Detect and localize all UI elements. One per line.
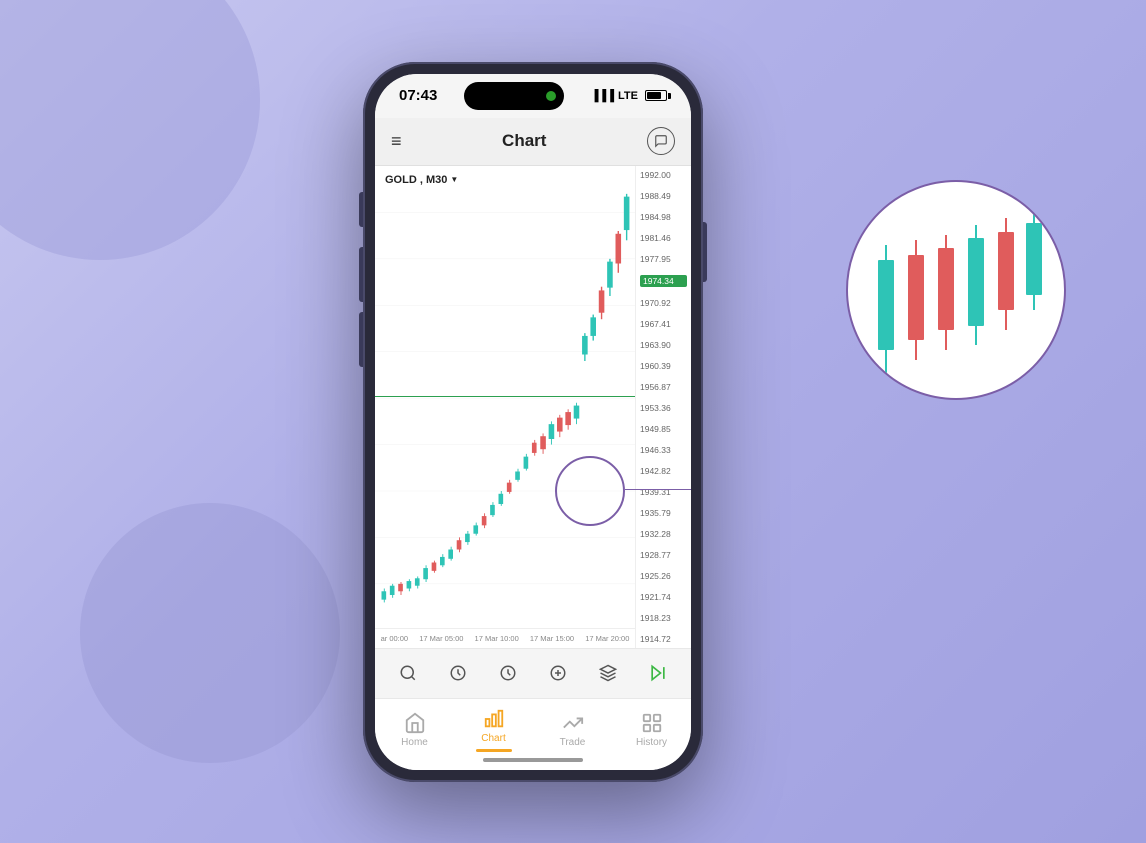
- signal-icon: ▐▐▐: [591, 90, 614, 102]
- price-1956: 1956.87: [640, 382, 687, 392]
- clock-icon[interactable]: [492, 657, 524, 689]
- status-time: 07:43: [399, 87, 437, 104]
- price-1946: 1946.33: [640, 445, 687, 455]
- trade-icon: [562, 712, 584, 734]
- layers-icon[interactable]: [592, 657, 624, 689]
- price-line: [375, 396, 635, 398]
- timeframe-dropdown-arrow: ▼: [450, 175, 458, 184]
- volume-up-button: [359, 247, 363, 302]
- history-icon: [641, 712, 663, 734]
- zoom-magnifier-circle: [846, 180, 1066, 400]
- price-1942: 1942.82: [640, 466, 687, 476]
- app-header: ≡ Chart: [375, 118, 691, 166]
- zoom-annotation-circle: [555, 456, 625, 526]
- time-5: 17 Mar 20:00: [585, 634, 629, 643]
- time-3: 17 Mar 10:00: [475, 634, 519, 643]
- nav-active-indicator: [476, 749, 512, 752]
- menu-icon[interactable]: ≡: [391, 131, 402, 152]
- price-1984: 1984.98: [640, 212, 687, 222]
- lte-label: LTE: [618, 90, 638, 102]
- battery-icon: [645, 90, 667, 101]
- home-indicator: [483, 758, 583, 762]
- chart-toolbar: [375, 648, 691, 698]
- price-1967: 1967.41: [640, 319, 687, 329]
- price-1981: 1981.46: [640, 233, 687, 243]
- price-1928: 1928.77: [640, 550, 687, 560]
- instrument-name: GOLD , M30: [385, 174, 447, 186]
- header-title: Chart: [502, 131, 546, 151]
- home-icon: [404, 712, 426, 734]
- nav-home-label: Home: [401, 737, 428, 748]
- instrument-label[interactable]: GOLD , M30 ▼: [385, 174, 458, 186]
- notch: [464, 82, 564, 110]
- play-forward-icon[interactable]: [642, 657, 674, 689]
- phone-frame: 07:43 ▐▐▐ LTE ≡ Chart: [363, 62, 703, 782]
- nav-home[interactable]: Home: [385, 712, 445, 748]
- price-1914: 1914.72: [640, 634, 687, 644]
- price-1963: 1963.90: [640, 340, 687, 350]
- bg-decoration-circle-1: [0, 0, 260, 260]
- power-button: [703, 222, 707, 282]
- price-1992: 1992.00: [640, 170, 687, 180]
- status-icons: ▐▐▐ LTE: [591, 90, 667, 102]
- price-1932: 1932.28: [640, 529, 687, 539]
- price-1925: 1925.26: [640, 571, 687, 581]
- add-indicator-icon[interactable]: [542, 657, 574, 689]
- price-1977: 1977.95: [640, 254, 687, 264]
- time-axis: ar 00:00 17 Mar 05:00 17 Mar 10:00 17 Ma…: [375, 628, 635, 648]
- volume-down-button: [359, 312, 363, 367]
- chart-area[interactable]: GOLD , M30 ▼: [375, 166, 691, 648]
- price-1988: 1988.49: [640, 191, 687, 201]
- time-2: 17 Mar 05:00: [419, 634, 463, 643]
- price-1974-active: 1974.34: [640, 275, 687, 287]
- price-1970: 1970.92: [640, 298, 687, 308]
- clock-circle-icon[interactable]: [442, 657, 474, 689]
- nav-trade[interactable]: Trade: [543, 712, 603, 748]
- price-1960: 1960.39: [640, 361, 687, 371]
- bg-decoration-circle-2: [80, 503, 340, 763]
- zoom-candlestick-chart: [856, 190, 1056, 390]
- nav-history-label: History: [636, 737, 667, 748]
- price-1935: 1935.79: [640, 508, 687, 518]
- chat-icon[interactable]: [647, 127, 675, 155]
- camera-dot: [546, 91, 556, 101]
- nav-chart-label: Chart: [481, 733, 505, 744]
- price-1918: 1918.23: [640, 613, 687, 623]
- annotation-line: [625, 489, 691, 490]
- nav-trade-label: Trade: [560, 737, 586, 748]
- nav-history[interactable]: History: [622, 712, 682, 748]
- price-1949: 1949.85: [640, 424, 687, 434]
- time-4: 17 Mar 15:00: [530, 634, 574, 643]
- time-1: ar 00:00: [381, 634, 409, 643]
- cursor-tool-icon[interactable]: [392, 657, 424, 689]
- phone-screen: 07:43 ▐▐▐ LTE ≡ Chart: [375, 74, 691, 770]
- price-1921: 1921.74: [640, 592, 687, 602]
- nav-chart[interactable]: Chart: [464, 708, 524, 752]
- price-1953: 1953.36: [640, 403, 687, 413]
- status-bar: 07:43 ▐▐▐ LTE: [375, 74, 691, 118]
- mute-button: [359, 192, 363, 227]
- price-scale: 1992.00 1988.49 1984.98 1981.46 1977.95 …: [635, 166, 691, 648]
- chart-icon: [483, 708, 505, 730]
- candlestick-chart: [375, 166, 635, 621]
